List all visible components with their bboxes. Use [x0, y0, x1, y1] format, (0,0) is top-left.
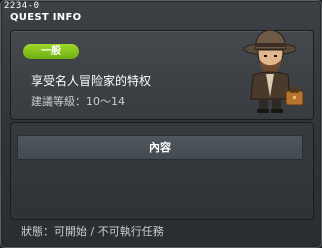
quest-id: 2234-0: [4, 1, 40, 11]
quest-status: 狀態：可開始 / 不可執行任務: [21, 225, 164, 238]
npc-portrait-icon: [243, 29, 304, 113]
quest-category-badge: 一般: [23, 44, 79, 59]
level-requirement: 建議等級：10～14: [31, 95, 125, 108]
quest-summary-panel: 一般 享受名人冒险家的特权 建議等級：10～14: [10, 29, 314, 120]
window-title: QUEST INFO: [10, 12, 82, 23]
quest-content-panel: 內容: [10, 122, 314, 220]
quest-info-window: 2234-0 QUEST INFO 一般 享受名人冒险家的特权 建議等級：10～…: [0, 0, 322, 248]
content-tab[interactable]: 內容: [17, 135, 303, 160]
quest-name: 享受名人冒险家的特权: [31, 74, 152, 88]
